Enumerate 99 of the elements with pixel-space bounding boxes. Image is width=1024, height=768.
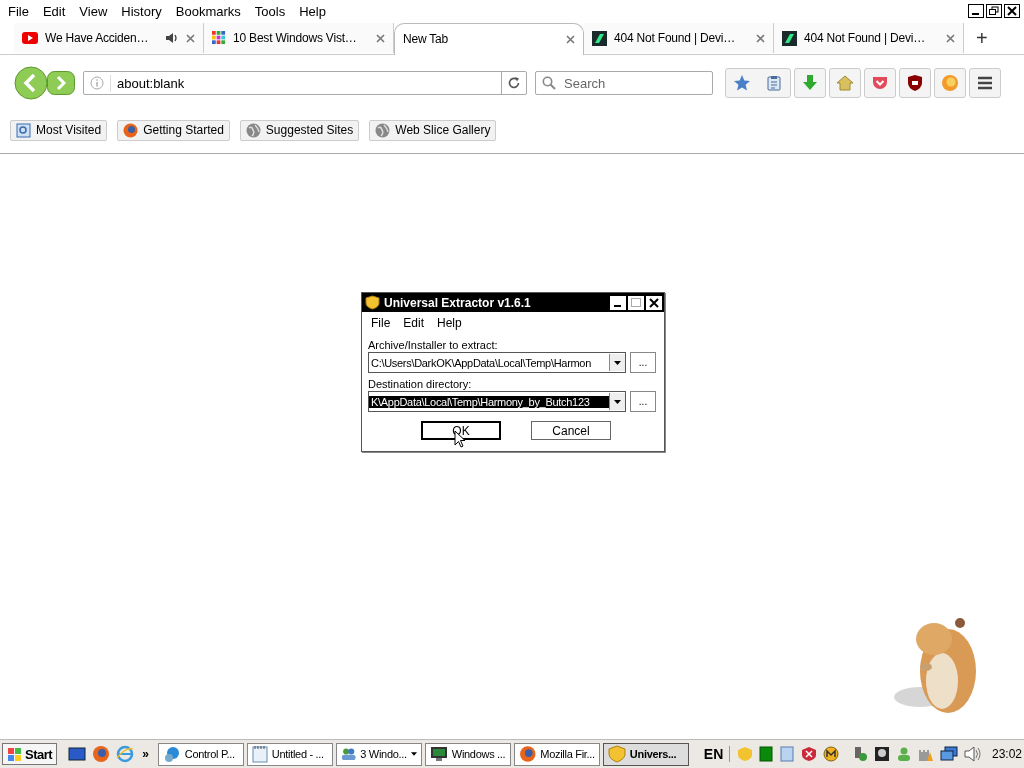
taskbar-label[interactable]: 3 Windo... bbox=[360, 748, 407, 760]
start-button[interactable]: Start bbox=[2, 743, 58, 765]
site-icon bbox=[782, 30, 797, 46]
menu-item[interactable]: Edit bbox=[42, 3, 73, 19]
maximize-icon[interactable] bbox=[628, 295, 644, 310]
new-tab-button[interactable]: + bbox=[972, 26, 992, 50]
fox-globe-icon bbox=[123, 122, 139, 138]
menu-item[interactable]: Bookmarks bbox=[175, 3, 248, 19]
taskbar-label[interactable]: Control P... bbox=[184, 748, 235, 760]
taskbar-button[interactable]: Univers... bbox=[602, 742, 689, 766]
globe-icon bbox=[375, 122, 391, 138]
fox-globe-icon bbox=[941, 74, 959, 92]
path-combo-box[interactable]: C:\Users\DarkOK\AppData\Local\Temp\Harmon bbox=[368, 352, 626, 373]
monitor-icon bbox=[429, 746, 448, 762]
globe-icon bbox=[245, 122, 261, 138]
bookmark-item[interactable]: Getting Started bbox=[117, 119, 230, 141]
bookmark-item[interactable]: Suggested Sites bbox=[239, 119, 360, 141]
dropdown-arrow-icon[interactable] bbox=[609, 393, 625, 410]
browse-button[interactable]: ... bbox=[630, 352, 656, 373]
menu-item[interactable]: Help bbox=[299, 3, 333, 19]
forward-button[interactable] bbox=[47, 71, 75, 95]
clipboard-icon bbox=[766, 75, 782, 91]
field-label: Archive/Installer to extract: bbox=[367, 338, 499, 352]
window-title: Universal Extractor v1.6.1 bbox=[384, 295, 532, 310]
star-icon bbox=[733, 74, 751, 92]
shield-button[interactable] bbox=[899, 68, 931, 98]
info-icon bbox=[90, 76, 104, 90]
menu-item[interactable]: Edit bbox=[403, 316, 425, 330]
clock[interactable]: 23:02 bbox=[991, 747, 1022, 761]
bookmark-label[interactable]: Web Slice Gallery bbox=[395, 123, 491, 137]
pocket-button[interactable] bbox=[864, 68, 896, 98]
close-icon[interactable] bbox=[646, 295, 662, 310]
menu-item[interactable]: File bbox=[8, 3, 36, 19]
dropdown-arrow-icon[interactable] bbox=[609, 354, 625, 371]
more-button[interactable]: » bbox=[140, 747, 151, 761]
start-label[interactable]: Start bbox=[25, 746, 53, 762]
menu-button[interactable] bbox=[969, 68, 1001, 98]
pocket-icon bbox=[872, 75, 888, 91]
minimize-icon[interactable] bbox=[968, 4, 984, 18]
speaker-icon[interactable] bbox=[963, 746, 982, 762]
menu-item[interactable]: History bbox=[121, 3, 169, 19]
taskbar-label[interactable]: Univers... bbox=[629, 748, 677, 760]
taskbar-button[interactable]: Untitled - ... bbox=[246, 742, 333, 766]
grid-icon[interactable] bbox=[759, 746, 774, 762]
download-icon bbox=[802, 74, 818, 92]
bookmark-label[interactable]: Suggested Sites bbox=[265, 123, 354, 137]
field-label: Destination directory: bbox=[367, 377, 473, 391]
shield-icon bbox=[607, 745, 626, 763]
menu-item[interactable]: File bbox=[371, 316, 391, 330]
menu-item[interactable]: View bbox=[79, 3, 115, 19]
fox-globe-icon[interactable] bbox=[92, 745, 111, 763]
shield-icon bbox=[907, 74, 923, 92]
fox-globe-icon bbox=[518, 745, 537, 763]
taskbar-button[interactable]: Mozilla Fir... bbox=[513, 742, 600, 766]
browser-tab[interactable]: New Tab bbox=[394, 22, 584, 55]
taskbar-button[interactable]: Control P... bbox=[157, 742, 244, 766]
menu-item[interactable]: Help bbox=[437, 316, 462, 330]
search-field[interactable]: Search bbox=[535, 71, 713, 95]
bookmark-label[interactable]: Getting Started bbox=[143, 123, 224, 137]
shield-icon bbox=[365, 295, 380, 310]
coin-icon[interactable] bbox=[823, 746, 840, 762]
grid-icon bbox=[212, 31, 226, 45]
bookmark-item[interactable]: Most Visited bbox=[10, 119, 108, 141]
restore-icon[interactable] bbox=[986, 4, 1002, 18]
bookmark-item[interactable]: Web Slice Gallery bbox=[369, 119, 497, 141]
language-indicator[interactable]: EN bbox=[703, 746, 731, 762]
download-button[interactable] bbox=[794, 68, 826, 98]
globe-icon[interactable] bbox=[116, 745, 135, 763]
address-bar[interactable]: about:blank bbox=[83, 71, 527, 95]
shield-icon[interactable] bbox=[801, 746, 818, 762]
menu-item[interactable]: Tools bbox=[254, 3, 293, 19]
site-icon bbox=[592, 30, 607, 46]
browser-tab[interactable]: We Have Acciden… bbox=[14, 23, 204, 53]
browser-tab[interactable]: 404 Not Found | Devi… bbox=[584, 23, 774, 53]
taskbar-label[interactable]: Untitled - ... bbox=[271, 748, 324, 760]
menu-icon bbox=[976, 75, 994, 91]
desktop-icon[interactable] bbox=[68, 746, 87, 762]
close-icon[interactable] bbox=[1004, 4, 1020, 18]
taskbar-button[interactable]: Windows ... bbox=[424, 742, 511, 766]
caret-icon[interactable] bbox=[410, 752, 417, 756]
browse-button[interactable]: ... bbox=[630, 391, 656, 412]
dialog-button[interactable]: Cancel bbox=[531, 421, 611, 440]
taskbar-label[interactable]: Mozilla Fir... bbox=[540, 748, 595, 760]
back-button[interactable] bbox=[14, 66, 50, 100]
play-icon bbox=[22, 32, 38, 44]
windows-flag-icon bbox=[7, 746, 23, 762]
taskbar-label[interactable]: Windows ... bbox=[451, 748, 506, 760]
minimize-icon[interactable] bbox=[610, 295, 626, 310]
search-icon bbox=[542, 76, 556, 90]
browser-tab[interactable]: 10 Best Windows Vist… bbox=[204, 23, 394, 53]
taskbar-button[interactable]: 3 Windo... bbox=[335, 742, 422, 766]
path-combo-box[interactable]: K\AppData\Local\Temp\Harmony_by_Butch123 bbox=[368, 391, 626, 412]
browser-tab[interactable]: 404 Not Found | Devi… bbox=[774, 23, 964, 53]
home-icon bbox=[836, 75, 854, 91]
network-icon[interactable] bbox=[939, 746, 958, 762]
people-icon bbox=[340, 746, 357, 762]
bookmark-label[interactable]: Most Visited bbox=[36, 123, 102, 137]
speaker-icon[interactable] bbox=[165, 32, 179, 44]
notepad-icon bbox=[251, 745, 268, 763]
